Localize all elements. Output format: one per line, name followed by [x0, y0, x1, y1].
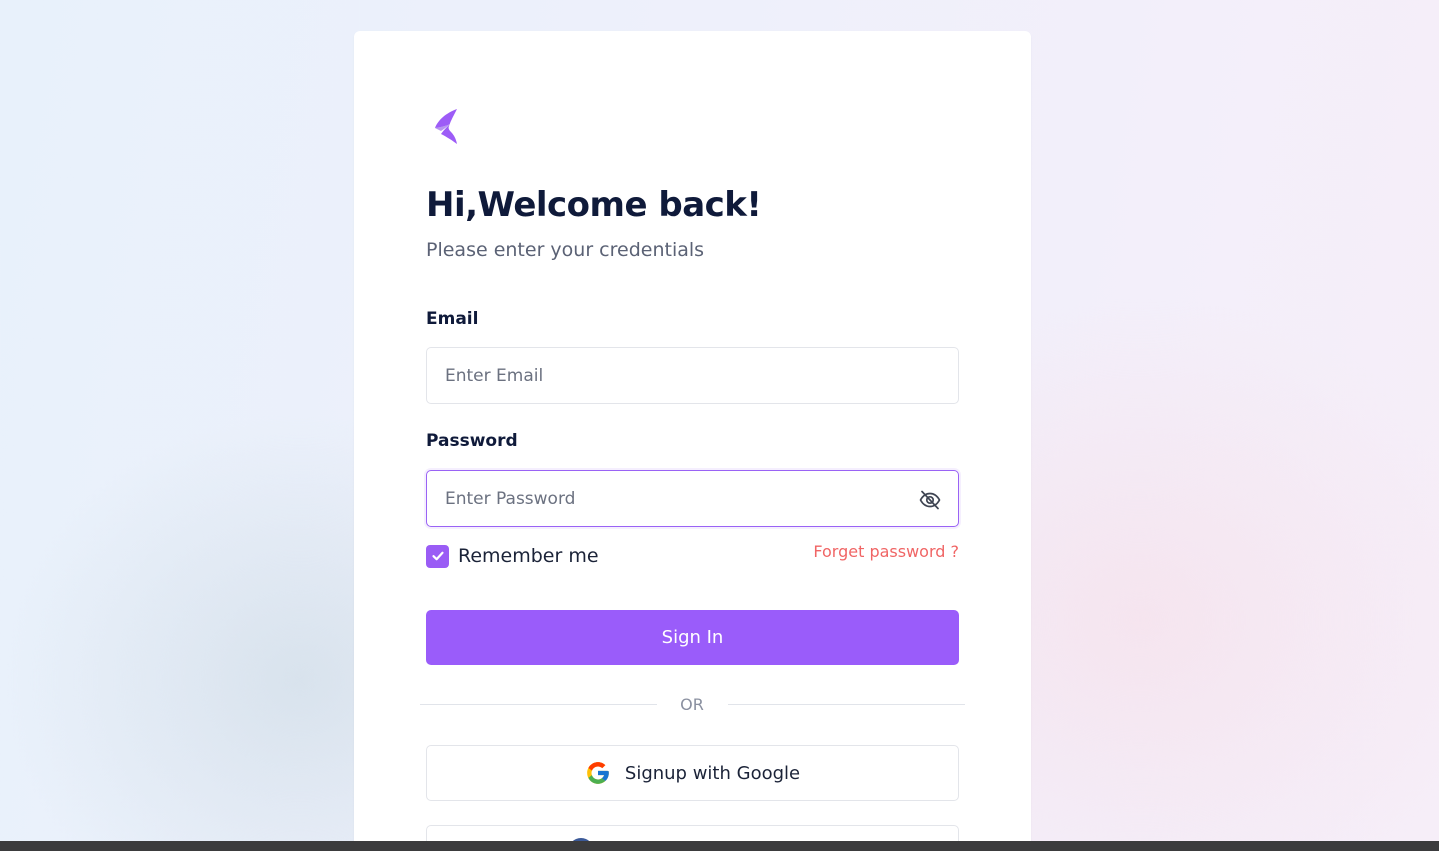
password-input[interactable] — [427, 471, 958, 526]
brand-logo-icon — [435, 109, 457, 144]
sign-in-button[interactable]: Sign In — [426, 610, 959, 665]
google-signup-label: Signup with Google — [624, 762, 801, 784]
forgot-password-link[interactable]: Forget password ? — [813, 542, 959, 561]
page-subtitle: Please enter your credentials — [426, 239, 705, 261]
page-title: Hi,Welcome back! — [426, 185, 762, 225]
email-input[interactable] — [427, 348, 958, 403]
checkbox-box[interactable] — [426, 544, 449, 568]
divider-or: OR — [680, 695, 704, 714]
email-field-container — [426, 347, 959, 404]
taskbar — [0, 841, 1439, 851]
eye-off-icon[interactable] — [918, 488, 942, 512]
check-icon — [431, 551, 444, 561]
remember-me-label: Remember me — [458, 545, 599, 567]
password-field-container — [426, 470, 959, 527]
remember-me-checkbox[interactable]: Remember me — [426, 544, 599, 568]
divider-line-left — [420, 704, 657, 705]
email-label: Email — [426, 309, 479, 329]
google-icon — [587, 762, 609, 784]
google-signup-button[interactable]: Signup with Google — [426, 745, 959, 801]
divider-line-right — [728, 704, 965, 705]
password-label: Password — [426, 431, 518, 451]
login-card: Hi,Welcome back! Please enter your crede… — [354, 31, 1031, 851]
